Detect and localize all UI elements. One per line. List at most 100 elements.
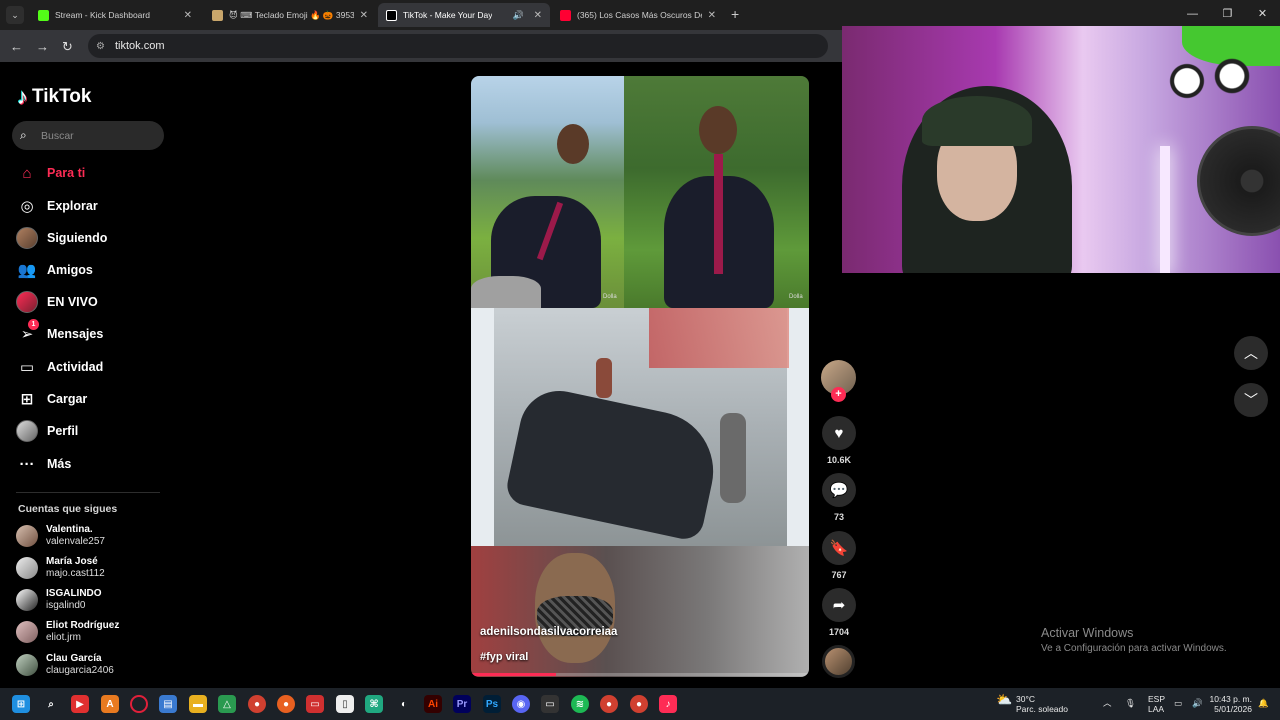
tab-teclado-emoji[interactable]: 😈 ⌨ Teclado Emoji 🔥 🎃 3953 | ✕ — [204, 3, 376, 27]
menu-item-perfil[interactable]: Perfil — [15, 418, 78, 444]
app-icon[interactable]: ⌘ — [365, 695, 383, 713]
back-arrow-icon[interactable]: ← — [10, 39, 23, 54]
follow-plus-icon[interactable]: + — [831, 387, 846, 402]
terminal-icon[interactable]: ▭ — [541, 695, 559, 713]
store-icon[interactable]: ▤ — [159, 695, 177, 713]
next-video-button[interactable]: ﹀ — [1234, 383, 1268, 417]
chrome-icon[interactable]: ● — [600, 695, 618, 713]
menu-item-cargar[interactable]: ⊞ Cargar — [15, 386, 88, 412]
speaker-icon[interactable]: 🔊 — [513, 10, 524, 21]
file-icon[interactable]: ▯ — [336, 695, 354, 713]
youtube-icon — [560, 9, 571, 21]
tray-chevron-icon[interactable]: ︿ — [1103, 698, 1112, 708]
search-input[interactable]: ⌕ Buscar — [12, 121, 164, 150]
drive-icon[interactable]: △ — [218, 695, 236, 713]
menu-item-explorar[interactable]: ◎ Explorar — [15, 193, 97, 219]
network-icon[interactable]: ▭ — [1174, 698, 1182, 708]
app-icon[interactable]: ▭ — [306, 695, 324, 713]
clock[interactable]: 10:43 p. m. 5/01/2026 — [1208, 694, 1252, 714]
discord-icon[interactable]: ◉ — [512, 695, 530, 713]
close-tab-icon[interactable]: ✕ — [708, 10, 716, 21]
obs-icon[interactable]: ◐ — [395, 695, 413, 713]
friends-icon: 👥 — [17, 262, 37, 279]
home-icon: ⌂ — [22, 164, 32, 182]
spotify-icon[interactable]: ≋ — [571, 695, 589, 713]
weather-widget[interactable]: 30°C Parc. soleado — [1016, 694, 1068, 714]
microphone-icon[interactable]: 🎙 — [1125, 698, 1136, 708]
profile-avatar-icon — [15, 419, 39, 443]
following-item[interactable]: Valentina. valenvale257 — [16, 524, 105, 548]
chrome-icon[interactable]: ● — [630, 695, 648, 713]
more-dots-icon: ··· — [19, 455, 35, 473]
like-button[interactable]: ♥ 10.6K — [821, 416, 857, 465]
search-icon: ⌕ — [20, 128, 27, 142]
video-progress-bar[interactable] — [471, 673, 809, 676]
start-icon[interactable]: ⊞ — [12, 695, 30, 713]
video-frame-mountain: Dolla — [471, 76, 624, 308]
notification-icon[interactable]: 🔔 — [1258, 698, 1269, 708]
music-disc-icon[interactable] — [822, 645, 855, 678]
close-tab-icon[interactable]: ✕ — [360, 10, 368, 21]
following-section-title: Cuentas que sigues — [18, 503, 118, 515]
video-hashtags[interactable]: #fyp viral — [480, 651, 528, 663]
illustrator-icon[interactable]: Ai — [424, 695, 442, 713]
creator-avatar[interactable]: + — [821, 360, 856, 402]
photoshop-icon[interactable]: Ps — [483, 695, 501, 713]
upload-icon: ⊞ — [20, 391, 34, 408]
tiktok-sidebar: ♪ TikTok ⌕ Buscar ⌂ Para ti ◎ Explorar S… — [0, 62, 170, 688]
video-author[interactable]: adenilsondasilvacorreiaa — [480, 626, 617, 638]
close-tab-icon[interactable]: ✕ — [534, 10, 542, 21]
following-item[interactable]: Eliot Rodríguez eliot.jrm — [16, 620, 119, 644]
avatar — [16, 621, 38, 643]
menu-item-mas[interactable]: ··· Más — [15, 451, 72, 477]
share-arrow-icon: ➦ — [822, 588, 856, 622]
menu-item-amigos[interactable]: 👥 Amigos — [15, 257, 93, 283]
sidebar-divider — [16, 492, 160, 493]
share-button[interactable]: ➦ 1704 — [821, 588, 857, 637]
opera-icon[interactable] — [130, 695, 148, 713]
reload-icon[interactable]: ↻ — [62, 39, 73, 55]
tab-search-button[interactable]: ⌄ — [6, 6, 24, 24]
menu-item-mensajes[interactable]: ➢ 1 Mensajes — [15, 319, 103, 347]
avatar — [16, 557, 38, 579]
new-tab-button[interactable]: + — [731, 6, 739, 22]
following-item[interactable]: ISGALINDO isgalind0 — [16, 588, 102, 612]
tab-youtube[interactable]: (365) Los Casos Más Oscuros De F ✕ — [552, 3, 724, 27]
webcam-overlay — [842, 26, 1280, 273]
tiktok-icon[interactable]: ♪ — [659, 695, 677, 713]
volume-icon[interactable]: 🔊 — [1192, 698, 1203, 708]
video-progress-fill — [471, 673, 556, 676]
tiktok-logo[interactable]: ♪ TikTok — [17, 84, 91, 110]
close-tab-icon[interactable]: ✕ — [184, 10, 192, 21]
following-item[interactable]: María José majo.cast112 — [16, 556, 105, 580]
premiere-icon[interactable]: Pr — [453, 695, 471, 713]
compass-icon: ◎ — [20, 198, 34, 215]
forward-arrow-icon[interactable]: → — [36, 39, 49, 54]
weather-icon[interactable]: ⛅ — [996, 693, 1012, 706]
menu-item-actividad[interactable]: ▭ Actividad — [15, 354, 103, 380]
url-bar[interactable]: ⚙ tiktok.com — [88, 34, 828, 58]
tab-kick-dashboard[interactable]: Stream - Kick Dashboard ✕ — [30, 3, 200, 27]
comment-count: 73 — [833, 512, 844, 522]
avatar — [16, 654, 38, 676]
windows-activation-watermark: Activar Windows Ve a Configuración para … — [1041, 626, 1227, 654]
menu-item-para-ti[interactable]: ⌂ Para ti — [15, 160, 85, 186]
previous-video-button[interactable]: ︿ — [1234, 336, 1268, 370]
app-icon[interactable]: A — [101, 695, 119, 713]
menu-item-en-vivo[interactable]: EN VIVO — [15, 289, 98, 315]
comment-button[interactable]: 💬 73 — [821, 473, 857, 522]
firefox-icon[interactable]: ● — [277, 695, 295, 713]
following-item[interactable]: Clau García claugarcia2406 — [16, 653, 114, 677]
following-avatar-icon — [15, 226, 39, 250]
video-player[interactable]: Dolla Dolla adenilsondasilvacorreiaa #fy… — [471, 76, 809, 677]
search-icon[interactable]: ⌕ — [42, 695, 60, 713]
language-indicator[interactable]: ESP LAA — [1148, 694, 1165, 714]
folder-icon[interactable]: ▬ — [189, 695, 207, 713]
tab-tiktok[interactable]: TikTok - Make Your Day 🔊 ✕ — [378, 3, 550, 27]
save-button[interactable]: 🔖 767 — [821, 531, 857, 580]
app-icon[interactable]: ▶ — [71, 695, 89, 713]
avatar — [16, 525, 38, 547]
menu-item-siguiendo[interactable]: Siguiendo — [15, 225, 107, 251]
chrome-icon[interactable]: ● — [248, 695, 266, 713]
site-info-icon[interactable]: ⚙ — [96, 41, 105, 52]
